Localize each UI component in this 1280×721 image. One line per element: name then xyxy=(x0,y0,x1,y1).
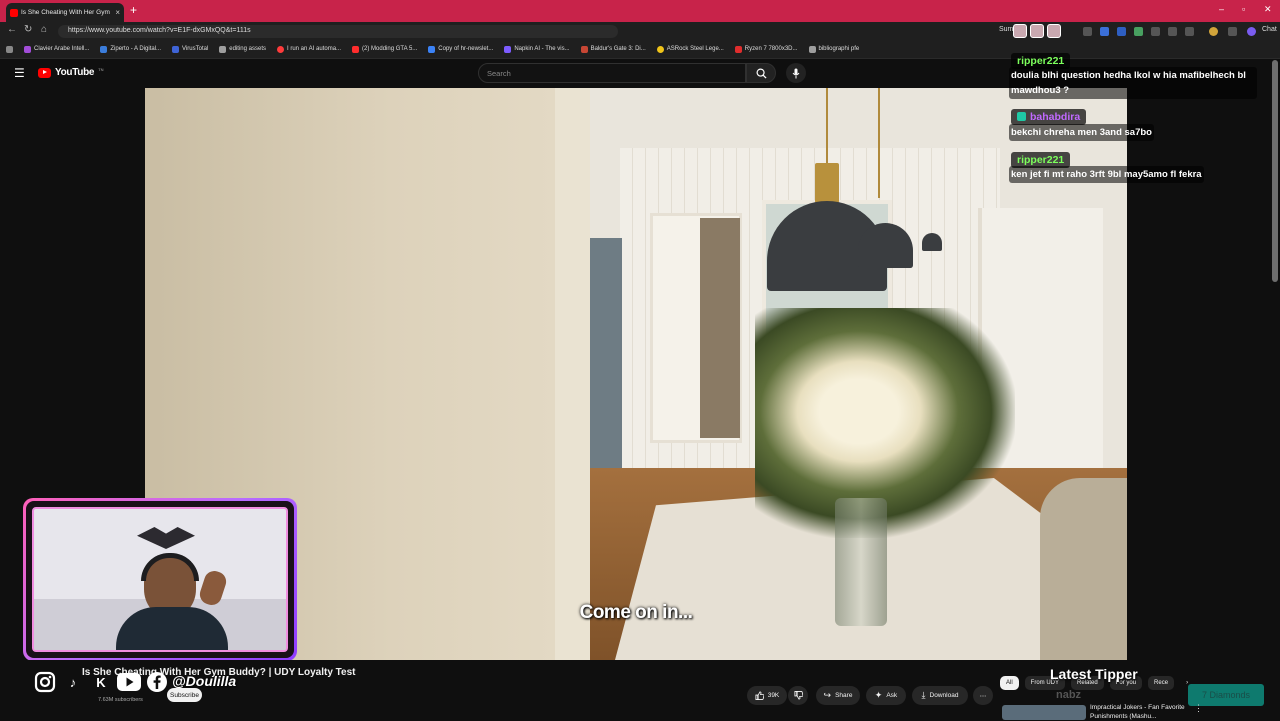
instagram-icon xyxy=(33,670,57,694)
voice-search-button[interactable] xyxy=(786,63,806,83)
subscribe-button[interactable]: Subscribe xyxy=(167,688,202,702)
chat-text: bekchi chreha men 3and sa7bo xyxy=(1009,124,1154,141)
bookmark-item[interactable]: Clavier Arabe Intell... xyxy=(24,45,89,53)
download-icon: ⤓ xyxy=(921,690,926,700)
chat-username: bahabdira xyxy=(1011,108,1087,125)
extension-icon[interactable] xyxy=(1185,27,1194,36)
facebook-icon xyxy=(145,670,169,694)
lamp-rod xyxy=(826,88,828,163)
bookmark-item[interactable]: (2) Modding GTA 5... xyxy=(352,45,417,53)
home-icon[interactable]: ⌂ xyxy=(41,24,47,35)
tipper-name: nabz xyxy=(1056,689,1082,701)
recommended-video-title[interactable]: Impractical Jokers - Fan Favorite Punish… xyxy=(1090,703,1190,721)
search-icon xyxy=(756,68,767,79)
close-tab-icon[interactable]: × xyxy=(115,8,120,17)
profile-avatar-icon[interactable] xyxy=(1209,27,1218,36)
chat-extension-icon[interactable] xyxy=(1247,27,1256,36)
badge-icon xyxy=(1017,112,1026,121)
extension-icon[interactable] xyxy=(1151,27,1160,36)
pendant-lamp-3 xyxy=(922,233,942,251)
door-frame xyxy=(555,88,590,660)
wall-mask-decor xyxy=(137,527,195,549)
minimize-window-button[interactable]: – xyxy=(1219,4,1224,14)
youtube-favicon-icon xyxy=(10,8,18,17)
youtube-social-icon xyxy=(117,670,141,694)
bookmark-item[interactable]: Napkin AI - The vis... xyxy=(504,45,570,53)
share-icon: ↪ xyxy=(823,690,832,700)
chair xyxy=(1040,478,1127,660)
hallway xyxy=(700,218,740,438)
viewer-avatars xyxy=(1013,24,1061,38)
browser-tab[interactable]: Is She Cheating With Her Gym Bu... × xyxy=(6,3,124,22)
tiktok-icon: ♪ xyxy=(69,674,77,690)
reload-icon[interactable]: ↻ xyxy=(24,24,32,35)
menu-icon[interactable] xyxy=(1228,27,1237,36)
browser-tab-strip xyxy=(0,0,1280,22)
extension-icon[interactable] xyxy=(1168,27,1177,36)
subscriber-count: 7.63M subscribers xyxy=(98,697,143,703)
page-scrollbar[interactable] xyxy=(1272,60,1278,282)
close-window-button[interactable]: ✕ xyxy=(1264,4,1272,15)
viewer-avatar xyxy=(1030,24,1044,38)
like-button[interactable]: 39K xyxy=(747,686,787,705)
extension-icon[interactable] xyxy=(1083,27,1092,36)
lamp-neck xyxy=(815,163,839,203)
bookmark-item[interactable]: Baldur's Gate 3: Di... xyxy=(580,45,646,53)
chat-text: ken jet fi mt raho 3rft 9bl may5amo fl f… xyxy=(1009,166,1204,183)
filter-chip[interactable]: Rece xyxy=(1148,676,1175,690)
thumbs-down-icon xyxy=(793,691,803,700)
bookmark-item[interactable]: ASRock Steel Lege... xyxy=(656,45,724,53)
youtube-logo[interactable]: YouTube TN xyxy=(38,67,104,78)
latest-tipper-label: Latest Tipper xyxy=(1050,666,1138,682)
more-options-icon[interactable]: ⋮ xyxy=(1194,703,1203,714)
bookmarks-bar: Clavier Arabe Intell... Ziperto - A Digi… xyxy=(0,40,1280,59)
viewer-avatar xyxy=(1013,24,1027,38)
url-field[interactable]: https://www.youtube.com/watch?v=E1F-dxGM… xyxy=(58,25,618,38)
maximize-window-button[interactable]: ▫ xyxy=(1242,4,1245,14)
sum-extension-label[interactable]: Sum xyxy=(999,26,1013,33)
bookmark-item[interactable]: Copy of hr-newslet... xyxy=(428,45,493,53)
browser-tab-title: Is She Cheating With Her Gym Bu... xyxy=(21,9,112,16)
new-tab-button[interactable]: + xyxy=(130,3,137,17)
webcam-view xyxy=(32,507,288,652)
ask-button[interactable]: ✦ Ask xyxy=(866,686,906,705)
lamp-rod xyxy=(878,88,880,198)
recommended-video-thumbnail[interactable] xyxy=(1002,705,1086,720)
back-icon[interactable]: ← xyxy=(7,24,17,35)
search-input[interactable]: Search xyxy=(478,63,746,83)
social-icons: ♪ K xyxy=(33,670,169,694)
bookmarks-apps-icon[interactable] xyxy=(6,45,13,53)
extension-icon[interactable] xyxy=(1134,27,1143,36)
chat-extension-label[interactable]: Chat xyxy=(1262,26,1277,33)
webcam-overlay xyxy=(23,498,297,661)
bookmark-item[interactable]: Ziperto - A Digital... xyxy=(100,45,161,53)
youtube-play-icon xyxy=(38,67,51,78)
viewer-avatar xyxy=(1047,24,1061,38)
bookmark-item[interactable]: Ryzen 7 7800x3D... xyxy=(734,45,798,53)
sparkle-icon: ✦ xyxy=(874,690,883,700)
webcam-border xyxy=(26,501,294,658)
bookmark-item[interactable]: VirusTotal xyxy=(172,45,208,53)
share-button[interactable]: ↪ Share xyxy=(816,686,860,705)
headset xyxy=(141,553,199,581)
extension-icon[interactable] xyxy=(1117,27,1126,36)
hamburger-menu-icon[interactable]: ☰ xyxy=(14,66,25,80)
chat-text: doulia blhi question hedha lkol w hia ma… xyxy=(1009,67,1257,99)
download-button[interactable]: ⤓ Download xyxy=(912,686,968,705)
bookmark-item[interactable]: I run an AI automa... xyxy=(277,45,341,53)
search-button[interactable] xyxy=(746,63,776,83)
dislike-button[interactable] xyxy=(788,686,808,705)
extension-icon[interactable] xyxy=(1100,27,1109,36)
thumbs-up-icon xyxy=(755,691,764,700)
more-actions-button[interactable]: ⋯ xyxy=(973,686,993,705)
bookmark-item[interactable]: bibliographi pfe xyxy=(808,45,859,53)
microphone-icon xyxy=(792,68,800,78)
filter-chip[interactable]: All xyxy=(1000,676,1019,690)
streamer-body xyxy=(116,607,228,650)
channel-handle: @Doulilla xyxy=(172,673,237,689)
bookmark-item[interactable]: editing assets xyxy=(219,45,266,53)
kick-icon: K xyxy=(96,674,106,690)
